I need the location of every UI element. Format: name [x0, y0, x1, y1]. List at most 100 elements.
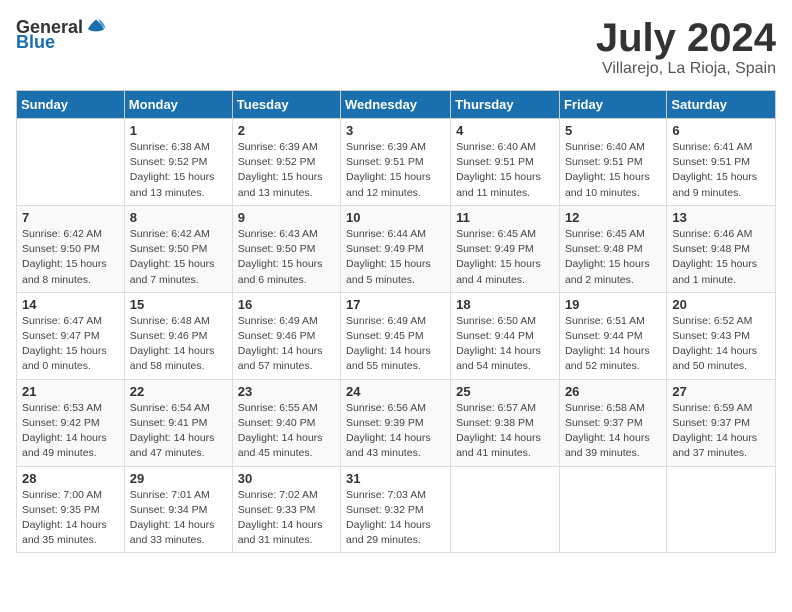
calendar-week-row: 28Sunrise: 7:00 AMSunset: 9:35 PMDayligh…: [17, 466, 776, 553]
day-number: 10: [346, 210, 445, 225]
calendar-cell: 18Sunrise: 6:50 AMSunset: 9:44 PMDayligh…: [451, 292, 560, 379]
day-info: Sunrise: 7:01 AMSunset: 9:34 PMDaylight:…: [130, 488, 227, 549]
day-info: Sunrise: 6:40 AMSunset: 9:51 PMDaylight:…: [456, 140, 554, 201]
logo-icon: [85, 16, 107, 38]
calendar-table: SundayMondayTuesdayWednesdayThursdayFrid…: [16, 90, 776, 553]
calendar-cell: 5 Sunrise: 6:40 AMSunset: 9:51 PMDaylight…: [559, 119, 666, 206]
calendar-cell: 21Sunrise: 6:53 AMSunset: 9:42 PMDayligh…: [17, 379, 125, 466]
calendar-cell: 16 Sunrise: 6:49 AMSunset: 9:46 PMDayligh…: [232, 292, 340, 379]
day-number: 24: [346, 384, 445, 399]
day-number: 4: [456, 123, 554, 138]
day-info: Sunrise: 6:59 AMSunset: 9:37 PMDaylight:…: [672, 401, 770, 462]
day-info: Sunrise: 6:42 AMSunset: 9:50 PMDaylight:…: [22, 227, 119, 288]
day-info: Sunrise: 6:46 AMSunset: 9:48 PMDaylight:…: [672, 227, 770, 288]
day-number: 11: [456, 210, 554, 225]
day-number: 23: [238, 384, 335, 399]
day-number: 15: [130, 297, 227, 312]
day-number: 25: [456, 384, 554, 399]
day-info: Sunrise: 6:55 AMSunset: 9:40 PMDaylight:…: [238, 401, 335, 462]
day-info: Sunrise: 6:49 AMSunset: 9:45 PMDaylight:…: [346, 314, 445, 375]
day-number: 16: [238, 297, 335, 312]
month-title: July 2024: [596, 16, 776, 60]
calendar-cell: 22 Sunrise: 6:54 AMSunset: 9:41 PMDayligh…: [124, 379, 232, 466]
calendar-cell: 14Sunrise: 6:47 AMSunset: 9:47 PMDayligh…: [17, 292, 125, 379]
day-info: Sunrise: 6:50 AMSunset: 9:44 PMDaylight:…: [456, 314, 554, 375]
day-number: 9: [238, 210, 335, 225]
calendar-cell: 13 Sunrise: 6:46 AMSunset: 9:48 PMDayligh…: [667, 205, 776, 292]
header-row: SundayMondayTuesdayWednesdayThursdayFrid…: [17, 91, 776, 119]
day-number: 22: [130, 384, 227, 399]
title-section: July 2024 Villarejo, La Rioja, Spain: [596, 16, 776, 78]
calendar-week-row: 7 Sunrise: 6:42 AMSunset: 9:50 PMDaylight…: [17, 205, 776, 292]
day-number: 19: [565, 297, 661, 312]
weekday-header: Wednesday: [341, 91, 451, 119]
calendar-cell: 12 Sunrise: 6:45 AMSunset: 9:48 PMDayligh…: [559, 205, 666, 292]
day-number: 5: [565, 123, 661, 138]
day-number: 6: [672, 123, 770, 138]
calendar-cell: 24Sunrise: 6:56 AMSunset: 9:39 PMDayligh…: [341, 379, 451, 466]
day-number: 26: [565, 384, 661, 399]
day-number: 17: [346, 297, 445, 312]
weekday-header: Saturday: [667, 91, 776, 119]
calendar-cell: 11 Sunrise: 6:45 AMSunset: 9:49 PMDayligh…: [451, 205, 560, 292]
day-info: Sunrise: 6:48 AMSunset: 9:46 PMDaylight:…: [130, 314, 227, 375]
weekday-header: Sunday: [17, 91, 125, 119]
calendar-cell: 23 Sunrise: 6:55 AMSunset: 9:40 PMDayligh…: [232, 379, 340, 466]
weekday-header: Friday: [559, 91, 666, 119]
day-info: Sunrise: 6:40 AMSunset: 9:51 PMDaylight:…: [565, 140, 661, 201]
location-title: Villarejo, La Rioja, Spain: [596, 60, 776, 78]
logo: General Blue: [16, 16, 107, 53]
day-info: Sunrise: 6:47 AMSunset: 9:47 PMDaylight:…: [22, 314, 119, 375]
calendar-week-row: 1Sunrise: 6:38 AMSunset: 9:52 PMDaylight…: [17, 119, 776, 206]
calendar-cell: 10 Sunrise: 6:44 AMSunset: 9:49 PMDayligh…: [341, 205, 451, 292]
day-number: 12: [565, 210, 661, 225]
day-info: Sunrise: 6:51 AMSunset: 9:44 PMDaylight:…: [565, 314, 661, 375]
weekday-header: Monday: [124, 91, 232, 119]
day-info: Sunrise: 6:45 AMSunset: 9:49 PMDaylight:…: [456, 227, 554, 288]
day-info: Sunrise: 7:03 AMSunset: 9:32 PMDaylight:…: [346, 488, 445, 549]
calendar-cell: 9Sunrise: 6:43 AMSunset: 9:50 PMDaylight…: [232, 205, 340, 292]
day-number: 8: [130, 210, 227, 225]
calendar-cell: 27 Sunrise: 6:59 AMSunset: 9:37 PMDayligh…: [667, 379, 776, 466]
page-header: General Blue July 2024 Villarejo, La Rio…: [16, 16, 776, 78]
day-number: 20: [672, 297, 770, 312]
calendar-cell: 28Sunrise: 7:00 AMSunset: 9:35 PMDayligh…: [17, 466, 125, 553]
day-info: Sunrise: 6:44 AMSunset: 9:49 PMDaylight:…: [346, 227, 445, 288]
day-info: Sunrise: 6:49 AMSunset: 9:46 PMDaylight:…: [238, 314, 335, 375]
day-info: Sunrise: 7:00 AMSunset: 9:35 PMDaylight:…: [22, 488, 119, 549]
day-number: 27: [672, 384, 770, 399]
calendar-cell: 8 Sunrise: 6:42 AMSunset: 9:50 PMDaylight…: [124, 205, 232, 292]
calendar-cell: 1Sunrise: 6:38 AMSunset: 9:52 PMDaylight…: [124, 119, 232, 206]
calendar-cell: 31 Sunrise: 7:03 AMSunset: 9:32 PMDayligh…: [341, 466, 451, 553]
day-number: 13: [672, 210, 770, 225]
calendar-cell: 26Sunrise: 6:58 AMSunset: 9:37 PMDayligh…: [559, 379, 666, 466]
calendar-cell: 25 Sunrise: 6:57 AMSunset: 9:38 PMDayligh…: [451, 379, 560, 466]
day-number: 7: [22, 210, 119, 225]
calendar-cell: 30Sunrise: 7:02 AMSunset: 9:33 PMDayligh…: [232, 466, 340, 553]
day-info: Sunrise: 7:02 AMSunset: 9:33 PMDaylight:…: [238, 488, 335, 549]
weekday-header: Tuesday: [232, 91, 340, 119]
calendar-cell: 15 Sunrise: 6:48 AMSunset: 9:46 PMDayligh…: [124, 292, 232, 379]
day-info: Sunrise: 6:41 AMSunset: 9:51 PMDaylight:…: [672, 140, 770, 201]
day-info: Sunrise: 6:39 AMSunset: 9:51 PMDaylight:…: [346, 140, 445, 201]
calendar-cell: [559, 466, 666, 553]
day-number: 21: [22, 384, 119, 399]
day-info: Sunrise: 6:57 AMSunset: 9:38 PMDaylight:…: [456, 401, 554, 462]
calendar-cell: 7 Sunrise: 6:42 AMSunset: 9:50 PMDaylight…: [17, 205, 125, 292]
weekday-header: Thursday: [451, 91, 560, 119]
day-number: 31: [346, 471, 445, 486]
calendar-cell: 6 Sunrise: 6:41 AMSunset: 9:51 PMDaylight…: [667, 119, 776, 206]
calendar-cell: [451, 466, 560, 553]
day-number: 3: [346, 123, 445, 138]
calendar-cell: 29Sunrise: 7:01 AMSunset: 9:34 PMDayligh…: [124, 466, 232, 553]
calendar-cell: 20Sunrise: 6:52 AMSunset: 9:43 PMDayligh…: [667, 292, 776, 379]
day-info: Sunrise: 6:39 AMSunset: 9:52 PMDaylight:…: [238, 140, 335, 201]
logo-blue: Blue: [16, 32, 55, 53]
calendar-cell: 2Sunrise: 6:39 AMSunset: 9:52 PMDaylight…: [232, 119, 340, 206]
day-info: Sunrise: 6:45 AMSunset: 9:48 PMDaylight:…: [565, 227, 661, 288]
calendar-cell: 19 Sunrise: 6:51 AMSunset: 9:44 PMDayligh…: [559, 292, 666, 379]
day-info: Sunrise: 6:42 AMSunset: 9:50 PMDaylight:…: [130, 227, 227, 288]
calendar-cell: 17 Sunrise: 6:49 AMSunset: 9:45 PMDayligh…: [341, 292, 451, 379]
day-info: Sunrise: 6:54 AMSunset: 9:41 PMDaylight:…: [130, 401, 227, 462]
calendar-week-row: 14Sunrise: 6:47 AMSunset: 9:47 PMDayligh…: [17, 292, 776, 379]
